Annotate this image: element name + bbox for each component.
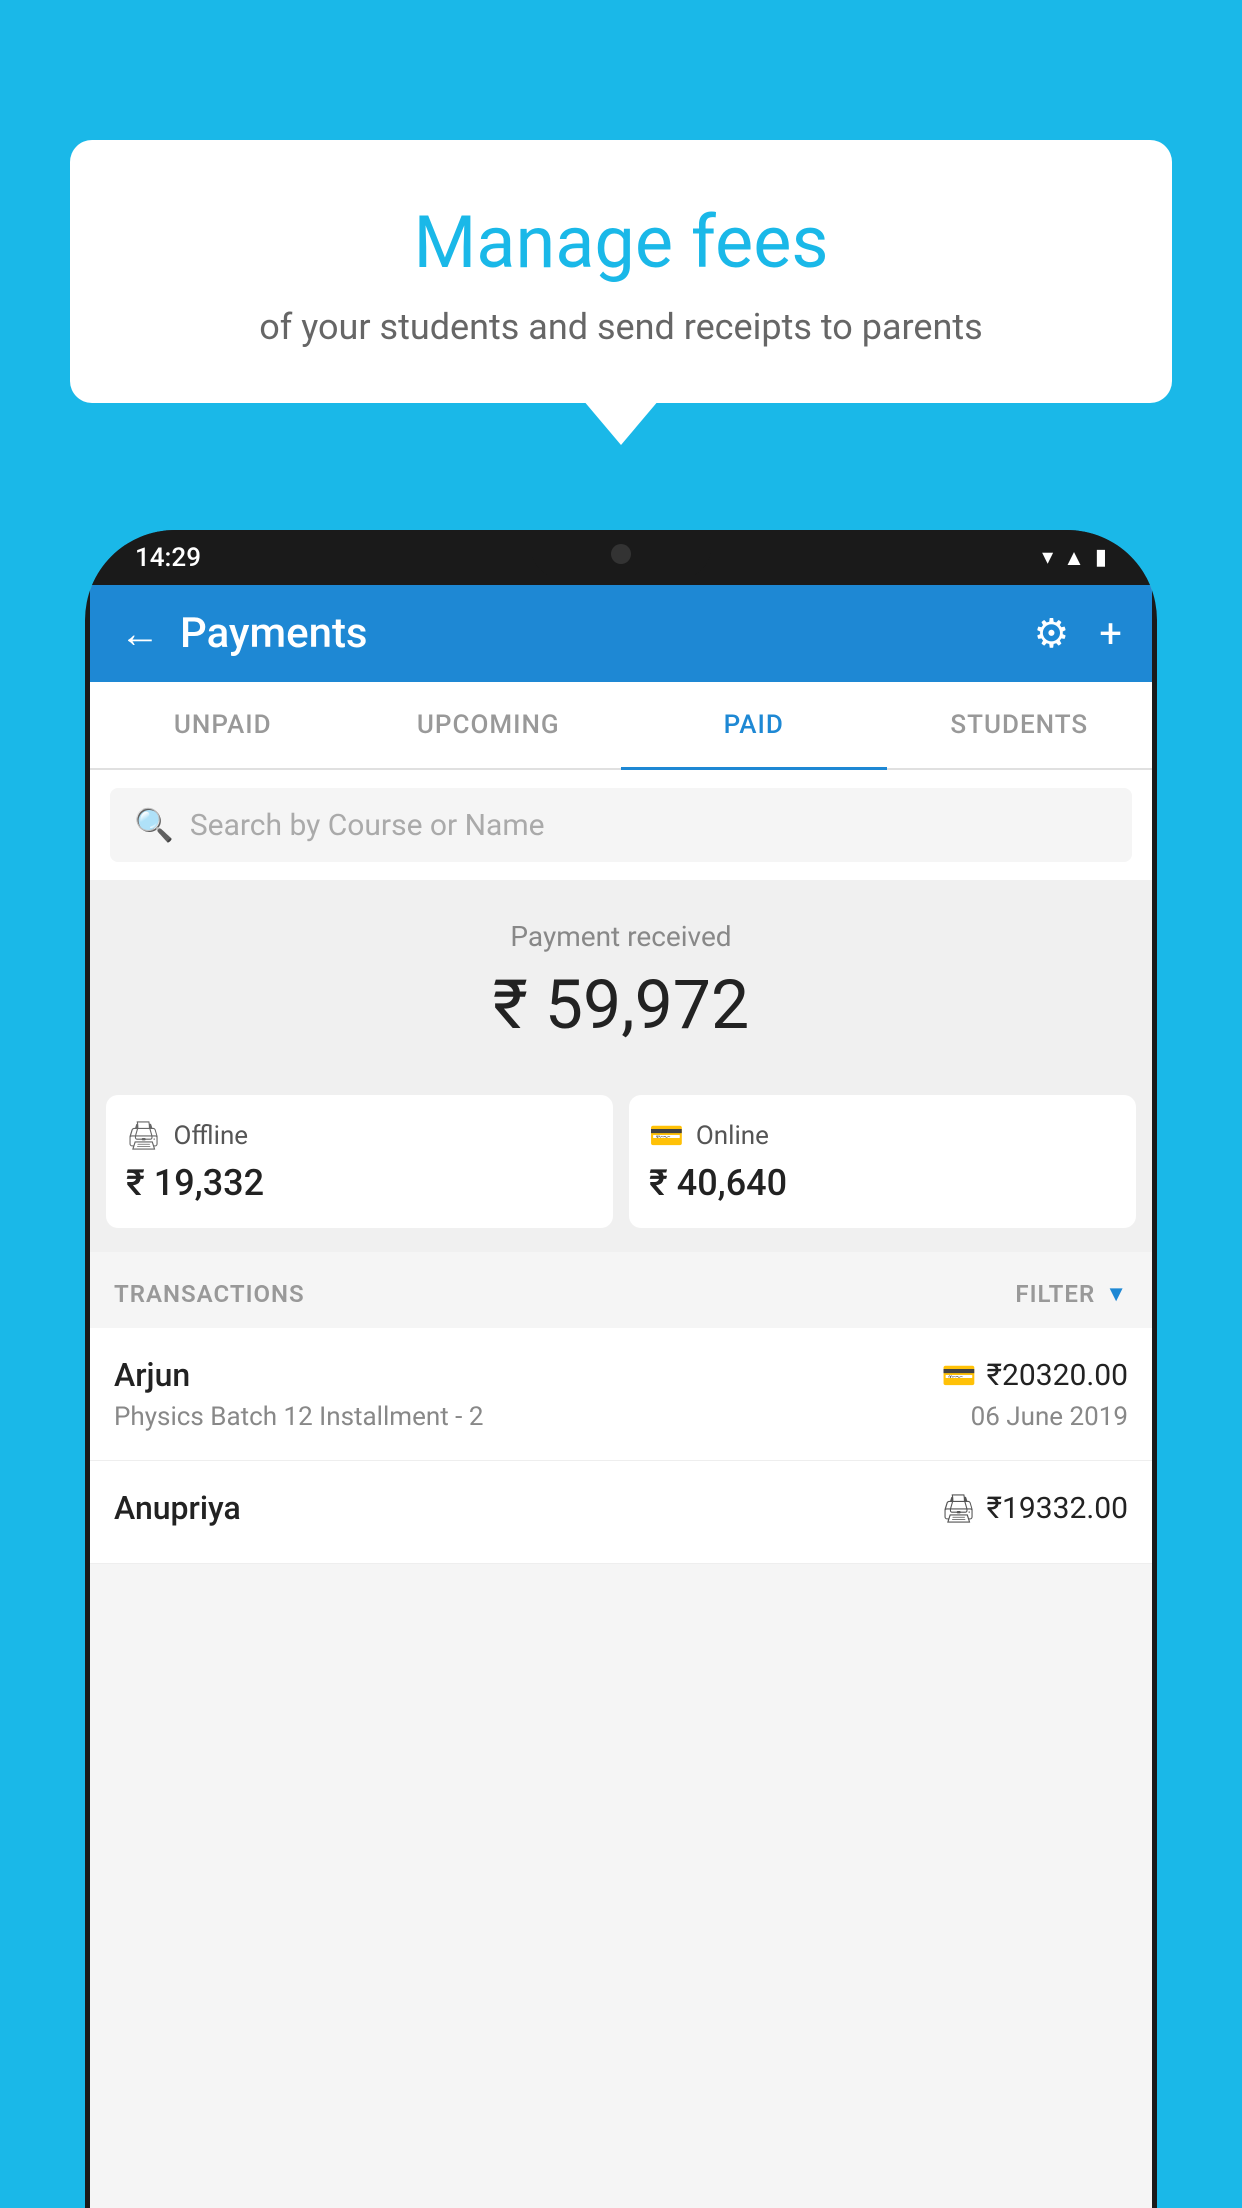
add-button[interactable]: +: [1099, 610, 1122, 657]
transaction-amount-container: 🖨 ₹19332.00: [941, 1491, 1128, 1526]
phone-time: 14:29: [135, 543, 201, 573]
online-icon: 💳: [649, 1119, 684, 1152]
filter-icon: ▼: [1105, 1281, 1128, 1307]
search-container: 🔍 Search by Course or Name: [90, 770, 1152, 880]
back-button[interactable]: ←: [120, 610, 160, 657]
header-left: ← Payments: [120, 609, 368, 658]
transaction-item[interactable]: Anupriya 🖨 ₹19332.00: [90, 1461, 1152, 1564]
settings-button[interactable]: ⚙: [1033, 610, 1069, 657]
status-bar: 14:29 ▾ ▲ ▮: [85, 530, 1157, 585]
transaction-amount-container: 💳 ₹20320.00: [942, 1358, 1128, 1393]
camera-dot: [611, 544, 631, 564]
offline-icon: 🖨: [126, 1119, 162, 1152]
online-label: Online: [696, 1121, 769, 1151]
speech-bubble-subtitle: of your students and send receipts to pa…: [110, 306, 1132, 348]
tab-paid[interactable]: PAID: [621, 682, 887, 768]
transaction-course: Physics Batch 12 Installment - 2: [114, 1402, 483, 1432]
phone-screen: ← Payments ⚙ + UNPAID UPCOMING PAID STUD…: [90, 585, 1152, 2208]
offline-card: 🖨 Offline ₹ 19,332: [106, 1095, 613, 1228]
transaction-card-icon: 💳: [942, 1359, 977, 1392]
transaction-date: 06 June 2019: [971, 1402, 1128, 1432]
offline-card-header: 🖨 Offline: [126, 1119, 593, 1152]
tab-upcoming[interactable]: UPCOMING: [356, 682, 622, 768]
payment-cards: 🖨 Offline ₹ 19,332 💳 Online ₹ 40,640: [90, 1075, 1152, 1252]
search-bar[interactable]: 🔍 Search by Course or Name: [110, 788, 1132, 862]
speech-bubble-container: Manage fees of your students and send re…: [70, 140, 1172, 403]
filter-container[interactable]: FILTER ▼: [1015, 1280, 1128, 1308]
speech-bubble: Manage fees of your students and send re…: [70, 140, 1172, 403]
online-card: 💳 Online ₹ 40,640: [629, 1095, 1136, 1228]
wifi-icon: ▾: [1042, 545, 1053, 570]
speech-bubble-title: Manage fees: [110, 200, 1132, 286]
phone-frame: 14:29 ▾ ▲ ▮ ← Payments ⚙ + UNPAID UPCOMI…: [85, 530, 1157, 2208]
payment-received-label: Payment received: [110, 920, 1132, 953]
battery-icon: ▮: [1095, 545, 1107, 570]
phone-notch: [531, 530, 711, 578]
payment-summary: Payment received ₹ 59,972: [90, 880, 1152, 1075]
status-icons: ▾ ▲ ▮: [1042, 545, 1107, 571]
transaction-offline-icon: 🖨: [941, 1492, 977, 1525]
transaction-row-top: Arjun 💳 ₹20320.00: [114, 1356, 1128, 1394]
transactions-header: TRANSACTIONS FILTER ▼: [90, 1252, 1152, 1328]
transaction-amount: ₹20320.00: [987, 1358, 1128, 1393]
signal-icon: ▲: [1063, 545, 1085, 571]
filter-label: FILTER: [1015, 1280, 1095, 1308]
transactions-label: TRANSACTIONS: [114, 1280, 305, 1308]
online-amount: ₹ 40,640: [649, 1162, 1116, 1204]
header-right: ⚙ +: [1033, 610, 1122, 657]
transaction-name: Anupriya: [114, 1489, 241, 1527]
online-card-header: 💳 Online: [649, 1119, 1116, 1152]
page-title: Payments: [180, 609, 368, 658]
transaction-item[interactable]: Arjun 💳 ₹20320.00 Physics Batch 12 Insta…: [90, 1328, 1152, 1461]
offline-label: Offline: [174, 1121, 249, 1151]
search-placeholder: Search by Course or Name: [190, 808, 545, 843]
transaction-name: Arjun: [114, 1356, 190, 1394]
payment-amount: ₹ 59,972: [110, 965, 1132, 1045]
tab-unpaid[interactable]: UNPAID: [90, 682, 356, 768]
transaction-row-bottom: Physics Batch 12 Installment - 2 06 June…: [114, 1402, 1128, 1432]
transaction-row-top: Anupriya 🖨 ₹19332.00: [114, 1489, 1128, 1527]
search-icon: 🔍: [134, 806, 174, 844]
tabs-container: UNPAID UPCOMING PAID STUDENTS: [90, 682, 1152, 770]
transactions-list: Arjun 💳 ₹20320.00 Physics Batch 12 Insta…: [90, 1328, 1152, 1564]
transaction-amount: ₹19332.00: [987, 1491, 1128, 1526]
tab-students[interactable]: STUDENTS: [887, 682, 1153, 768]
app-header: ← Payments ⚙ +: [90, 585, 1152, 682]
offline-amount: ₹ 19,332: [126, 1162, 593, 1204]
